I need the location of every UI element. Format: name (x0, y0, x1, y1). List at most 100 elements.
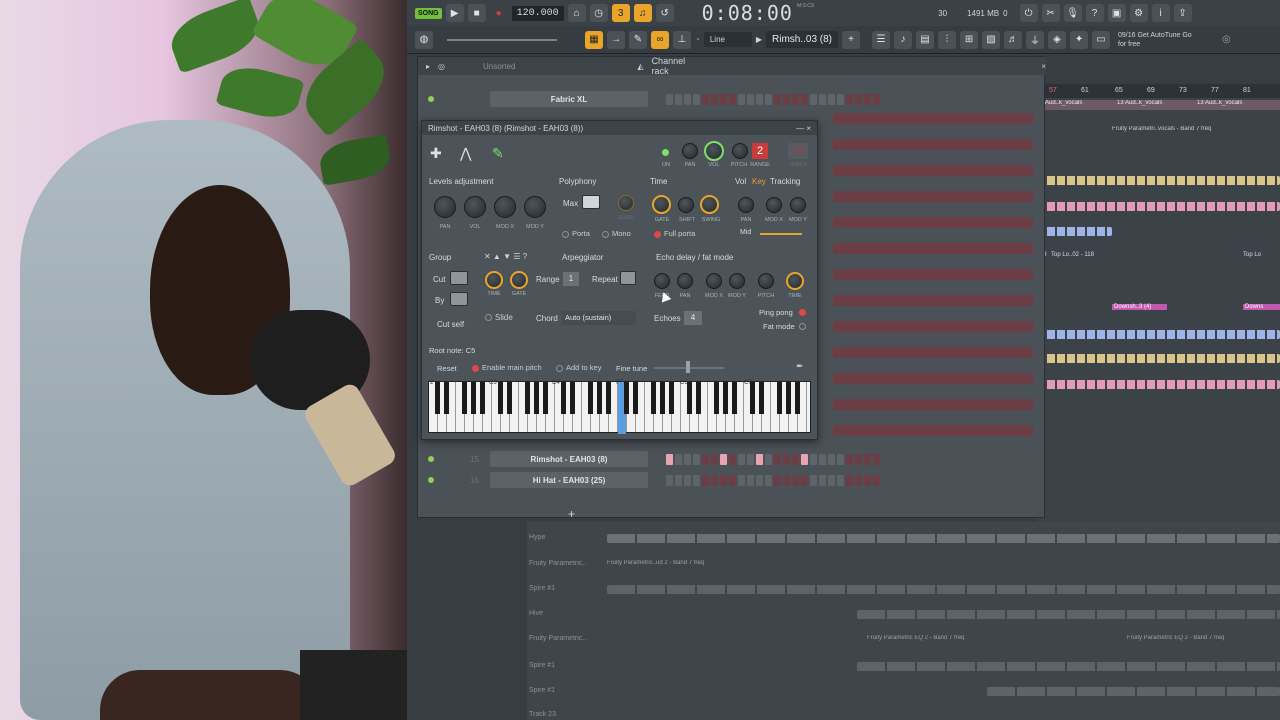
master-pitch-slider[interactable] (447, 38, 557, 41)
fine-tune-handle[interactable] (686, 361, 690, 373)
countdown-icon[interactable]: 3 (611, 4, 630, 22)
rack-close-icon[interactable]: × (1041, 62, 1046, 71)
swing-knob-icon[interactable]: ◎ (438, 62, 445, 71)
track-header-hive[interactable]: Hive (529, 610, 543, 617)
mixer-track-value[interactable]: 15 (788, 143, 808, 159)
blend-icon[interactable]: ♫ (633, 4, 652, 22)
spire-clips[interactable] (607, 585, 1280, 594)
level-pan-knob[interactable] (434, 196, 456, 218)
black-key[interactable] (435, 382, 440, 414)
eq-clip-1[interactable]: Fruity Parametric..ud 2 - Band 7 freq (607, 560, 747, 566)
info-icon[interactable]: i (1151, 4, 1170, 22)
black-key[interactable] (570, 382, 575, 414)
playlist-area[interactable]: 57 61 65 69 73 77 81 13 Aud..k_vocals 13… (1037, 84, 1280, 524)
tracking-mody-knob[interactable] (790, 197, 806, 213)
porta-option[interactable]: Porta (562, 229, 590, 238)
misc-functions-tab-icon[interactable]: ✎ (492, 145, 504, 162)
browser-icon[interactable]: ⊞ (960, 30, 979, 49)
track-header-spire-3[interactable]: Spire #1 (529, 687, 555, 694)
echoes-value[interactable]: 4 (684, 311, 702, 325)
piano-scroll-icon[interactable]: ✒ (796, 361, 804, 372)
level-mody-knob[interactable] (524, 196, 546, 218)
stamp-icon[interactable]: ⊥ (673, 30, 691, 49)
stop-icon[interactable]: ■ (467, 4, 486, 22)
track-header-23[interactable]: Track 23 (529, 711, 556, 718)
time-swing-knob[interactable] (700, 195, 719, 214)
reset-button[interactable]: Reset (437, 364, 457, 373)
black-key[interactable] (732, 382, 737, 414)
black-key[interactable] (444, 382, 449, 414)
track-header-spire-1[interactable]: Spire #1 (529, 585, 555, 592)
tools-icon[interactable]: ✂ (1041, 4, 1060, 22)
black-key[interactable] (750, 382, 755, 414)
touch-keyboard-icon[interactable]: ♬ (1004, 30, 1023, 49)
arrow-right-icon[interactable]: → (607, 30, 625, 49)
tracking-key-tab[interactable]: Key (752, 177, 766, 186)
link-icon[interactable]: ∞ (651, 30, 669, 49)
channel-mute-led[interactable] (428, 456, 434, 462)
arp-tools-icons[interactable]: ✕ ▲ ▼ ☰ ? (484, 252, 527, 261)
echo-modx-knob[interactable] (706, 273, 722, 289)
add-pattern-icon[interactable]: + (842, 30, 861, 49)
black-key[interactable] (651, 382, 656, 414)
level-vol-knob[interactable] (464, 196, 486, 218)
slide-knob[interactable] (618, 195, 634, 211)
clip-row-2[interactable] (1037, 202, 1280, 211)
black-key[interactable] (525, 382, 530, 414)
black-key[interactable] (714, 382, 719, 414)
song-mode-toggle[interactable]: SONG (415, 7, 442, 19)
volume-knob[interactable] (704, 141, 724, 161)
track-header-spire-2[interactable]: Spire #1 (529, 662, 555, 669)
echo-mody-knob[interactable] (729, 273, 745, 289)
track-header-fruity-2[interactable]: Fruity Parametric.. (529, 635, 586, 642)
black-key[interactable] (606, 382, 611, 414)
level-modx-knob[interactable] (494, 196, 516, 218)
echo-feed-knob[interactable] (654, 273, 670, 289)
track-header-fruity-1[interactable]: Fruity Parametric.. (529, 560, 586, 567)
wait-icon[interactable]: ◷ (589, 4, 608, 22)
add-to-key-option[interactable]: Add to key (556, 363, 601, 372)
news-text[interactable]: 09/16 Get AutoTune Go for free (1118, 31, 1218, 49)
pitch-range-value[interactable]: 2 (752, 143, 768, 159)
black-key[interactable] (624, 382, 629, 414)
tracking-vol-tab[interactable]: Vol (735, 177, 746, 186)
black-key[interactable] (759, 382, 764, 414)
black-key[interactable] (660, 382, 665, 414)
ping-pong-toggle[interactable] (799, 309, 806, 316)
spire-clips-3[interactable] (987, 687, 1280, 696)
clip-row-1[interactable] (1037, 176, 1280, 185)
time-gate-knob[interactable] (652, 195, 671, 214)
black-key[interactable] (687, 382, 692, 414)
black-key[interactable] (777, 382, 782, 414)
mixer-icon[interactable]: ⫶ (938, 30, 957, 49)
envelope-tab-icon[interactable]: ⋀ (460, 145, 471, 162)
channel-mute-led[interactable] (428, 477, 434, 483)
power-icon[interactable]: ⏻ (1019, 4, 1038, 22)
by-field[interactable] (450, 292, 468, 306)
hype-clips[interactable] (607, 534, 1280, 543)
plugin-icon[interactable]: ⚙ (1129, 4, 1148, 22)
clip-row-4[interactable] (1037, 330, 1280, 339)
marker-icon[interactable]: ✦ (1070, 30, 1089, 49)
mono-option[interactable]: Mono (602, 229, 631, 238)
black-key[interactable] (498, 382, 503, 414)
poly-max-field[interactable] (582, 195, 600, 209)
record-icon[interactable]: ● (489, 4, 508, 22)
full-porta-option[interactable]: Full porta (654, 229, 695, 238)
export-icon[interactable]: ⇪ (1173, 4, 1192, 22)
cut-field[interactable] (450, 271, 468, 285)
downshift-clip-2[interactable]: Downs (1243, 304, 1280, 310)
tracking-modx-knob[interactable] (766, 197, 782, 213)
pencil-icon[interactable]: ✎ (629, 30, 647, 49)
pan-knob[interactable] (682, 143, 698, 159)
channel-mute-led[interactable] (428, 96, 434, 102)
time-display[interactable]: 0:08:00 (702, 1, 793, 25)
plugin-picker-icon[interactable]: ▧ (982, 30, 1001, 49)
plug-icon[interactable]: ⏚ (1026, 30, 1045, 49)
help-icon[interactable]: ? (1085, 4, 1104, 22)
black-key[interactable] (561, 382, 566, 414)
black-key[interactable] (471, 382, 476, 414)
play-icon[interactable]: ▶ (445, 4, 464, 22)
snap-select[interactable]: Line (703, 32, 752, 47)
step-sequencer-rimshot[interactable] (666, 453, 880, 465)
